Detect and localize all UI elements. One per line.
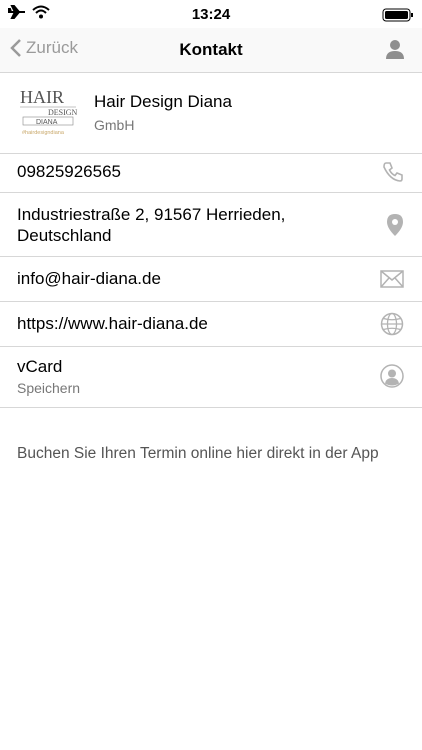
status-time: 13:24 — [191, 6, 231, 23]
navigation-bar: Zurück Kontakt — [0, 28, 422, 73]
company-logo: HAIR DESIGN DIANA #hairdesigndiana — [20, 87, 78, 136]
mail-icon — [380, 270, 404, 288]
website-url: https://www.hair-diana.de — [17, 314, 208, 333]
website-row[interactable]: https://www.hair-diana.de — [0, 302, 422, 347]
address-row[interactable]: Industriestraße 2, 91567 Herrieden, Deut… — [0, 193, 422, 257]
globe-icon — [380, 312, 404, 336]
location-pin-icon — [387, 214, 403, 236]
vcard-row[interactable]: vCard Speichern — [0, 347, 422, 408]
battery-icon — [382, 8, 413, 22]
address-line-1: Industriestraße 2, 91567 Herrieden, — [17, 205, 286, 224]
page-title: Kontakt — [179, 40, 243, 59]
status-bar: 13:24 — [0, 0, 422, 28]
company-header: HAIR DESIGN DIANA #hairdesigndiana Hair … — [0, 73, 422, 154]
user-icon[interactable] — [386, 39, 404, 59]
phone-icon — [383, 162, 403, 182]
svg-text:DIANA: DIANA — [36, 119, 58, 126]
svg-text:DESIGN: DESIGN — [48, 108, 78, 117]
company-name: Hair Design Diana — [94, 92, 232, 111]
company-legal-form: GmbH — [94, 117, 135, 133]
svg-text:HAIR: HAIR — [20, 87, 64, 107]
vcard-save-label: Speichern — [17, 380, 81, 396]
phone-number: 09825926565 — [17, 162, 122, 181]
email-row[interactable]: info@hair-diana.de — [0, 257, 422, 302]
booking-link[interactable]: Buchen Sie Ihren Termin online hier dire… — [17, 445, 379, 463]
phone-row[interactable]: 09825926565 — [0, 154, 422, 193]
address-line-2: Deutschland — [17, 226, 112, 245]
contact-avatar-icon — [380, 364, 404, 388]
svg-text:#hairdesigndiana: #hairdesigndiana — [22, 130, 65, 136]
vcard-label: vCard — [17, 357, 63, 376]
email-address: info@hair-diana.de — [17, 269, 161, 288]
